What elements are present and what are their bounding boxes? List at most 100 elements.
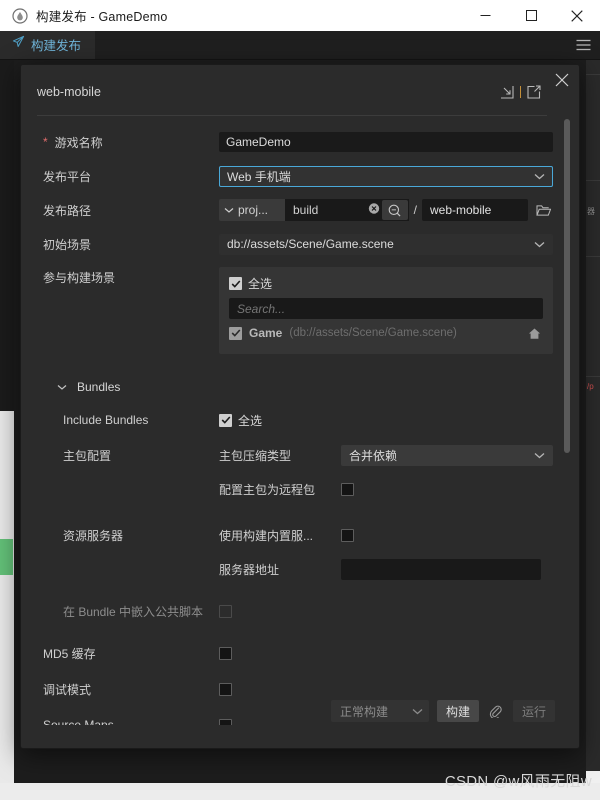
scene-item-path: (db://assets/Scene/Game.scene) (289, 327, 457, 339)
label-remote-bundle: 配置主包为远程包 (219, 482, 316, 497)
label-publish-path: 发布路径 (43, 203, 92, 218)
minimize-button[interactable] (462, 0, 508, 31)
row-include-bundles: Include Bundles 全选 (21, 407, 579, 433)
window-titlebar: 构建发布 - GameDemo (0, 0, 600, 31)
path-prefix-value: proj... (238, 203, 269, 217)
start-scene-value: db://assets/Scene/Game.scene (227, 237, 394, 251)
label-game-name: * 游戏名称 (43, 135, 103, 150)
bundles-section-label: Bundles (77, 380, 121, 394)
platform-select[interactable]: Web 手机端 (219, 165, 553, 187)
scenes-select-all-label: 全选 (248, 277, 273, 291)
background-left-light-area (0, 411, 14, 783)
dialog-body: * 游戏名称 发布平台 Web 手机端 发布路径 (21, 117, 579, 725)
clear-circle-icon[interactable] (368, 203, 380, 218)
background-green-badge (0, 539, 13, 575)
scenes-select-all-row[interactable]: 全选 (229, 275, 543, 292)
row-main-bundle-config: 主包配置 主包压缩类型 合并依赖 (21, 442, 579, 468)
path-middle-input[interactable]: build (285, 199, 409, 221)
label-build-scenes: 参与构建场景 (43, 271, 116, 285)
label-md5-cache: MD5 缓存 (43, 646, 96, 661)
path-separator: / (413, 203, 417, 217)
maximize-button[interactable] (508, 0, 554, 31)
header-divider (37, 115, 547, 116)
background-right-panel: 器 /p (586, 60, 600, 800)
md5-cache-checkbox[interactable] (219, 646, 232, 660)
folder-icon[interactable] (533, 204, 553, 217)
chevron-down-icon (224, 203, 234, 217)
close-button[interactable] (554, 0, 600, 31)
build-mode-value: 正常构建 (339, 704, 388, 719)
label-use-builtin-server: 使用构建内置服... (219, 528, 314, 543)
row-md5-cache: MD5 缓存 (21, 640, 579, 666)
build-button[interactable]: 构建 (436, 700, 479, 722)
scenes-search-input[interactable] (229, 298, 543, 319)
label-debug-mode: 调试模式 (43, 682, 92, 697)
chevron-down-icon[interactable] (57, 384, 67, 391)
remote-bundle-checkbox[interactable] (341, 482, 354, 496)
row-platform: 发布平台 Web 手机端 (21, 163, 579, 189)
row-remote-bundle: 配置主包为远程包 (21, 476, 579, 502)
export-arrow-icon[interactable] (527, 84, 541, 99)
search-icon[interactable] (381, 200, 408, 220)
label-embed-scripts: 在 Bundle 中嵌入公共脚本 (63, 604, 204, 619)
required-marker: * (43, 135, 48, 149)
use-builtin-server-checkbox[interactable] (341, 528, 354, 542)
droplet-icon (12, 7, 28, 24)
label-start-scene: 初始场景 (43, 237, 92, 252)
compress-type-value: 合并依赖 (349, 448, 398, 463)
scene-item-checkbox[interactable] (229, 326, 242, 340)
row-build-scenes: 参与构建场景 全选 Game (db://a (21, 267, 579, 354)
row-publish-path: 发布路径 proj... build / web-mobile (21, 197, 579, 223)
home-icon[interactable] (528, 327, 541, 340)
chevron-down-icon (534, 448, 545, 462)
row-start-scene: 初始场景 db://assets/Scene/Game.scene (21, 231, 579, 257)
include-bundles-checkbox[interactable] (219, 413, 232, 427)
build-scenes-box: 全选 Game (db://assets/Scene/Game.scene) (219, 267, 553, 354)
dialog-footer: 正常构建 构建 运行 (21, 696, 579, 726)
label-compress-type: 主包压缩类型 (219, 448, 292, 463)
chevron-down-icon (534, 169, 545, 183)
row-embed-scripts: 在 Bundle 中嵌入公共脚本 (21, 598, 579, 624)
path-last-value: web-mobile (430, 203, 492, 217)
row-game-name: * 游戏名称 (21, 129, 579, 155)
dialog-title: web-mobile (37, 84, 101, 99)
send-icon (12, 35, 25, 53)
label-server-address: 服务器地址 (219, 562, 280, 577)
row-server-address: 服务器地址 (21, 556, 579, 582)
label-resource-server: 资源服务器 (63, 528, 124, 543)
start-scene-select[interactable]: db://assets/Scene/Game.scene (219, 233, 553, 255)
publish-path-group: proj... build / web-mobile (219, 199, 553, 221)
hamburger-icon[interactable] (566, 31, 600, 59)
tab-label: 构建发布 (31, 38, 82, 53)
dialog-scrollbar-thumb[interactable] (564, 119, 570, 453)
paperclip-icon[interactable] (487, 704, 505, 718)
include-bundles-select-all-label: 全选 (238, 413, 263, 428)
chevron-down-icon (534, 237, 545, 251)
embed-scripts-checkbox[interactable] (219, 604, 232, 618)
import-arrow-icon[interactable] (500, 85, 514, 99)
background-bottom-strip (0, 783, 600, 800)
bundles-section-header: Bundles (57, 380, 120, 394)
path-prefix-select[interactable]: proj... (219, 199, 285, 221)
tab-bar: 构建发布 (0, 31, 600, 60)
game-name-input[interactable] (219, 132, 553, 152)
compress-type-select[interactable]: 合并依赖 (341, 444, 553, 466)
scenes-select-all-checkbox[interactable] (229, 277, 242, 290)
row-resource-server: 资源服务器 使用构建内置服... (21, 522, 579, 548)
tab-build-publish[interactable]: 构建发布 (0, 31, 96, 59)
build-mode-select[interactable]: 正常构建 (330, 700, 429, 722)
label-include-bundles: Include Bundles (63, 413, 149, 427)
dialog-header: web-mobile (21, 65, 579, 108)
server-address-input[interactable] (341, 558, 541, 580)
header-separator (520, 85, 521, 98)
path-last-input[interactable]: web-mobile (422, 199, 528, 221)
path-middle-value: build (293, 203, 319, 217)
scene-list-item[interactable]: Game (db://assets/Scene/Game.scene) (229, 322, 543, 344)
run-button[interactable]: 运行 (512, 700, 555, 722)
platform-select-value: Web 手机端 (227, 169, 291, 184)
row-bundles-section[interactable]: Bundles (21, 374, 579, 400)
scene-item-name: Game (249, 326, 283, 340)
debug-mode-checkbox[interactable] (219, 682, 232, 696)
window-controls (462, 0, 600, 31)
dialog-header-actions (500, 84, 541, 99)
